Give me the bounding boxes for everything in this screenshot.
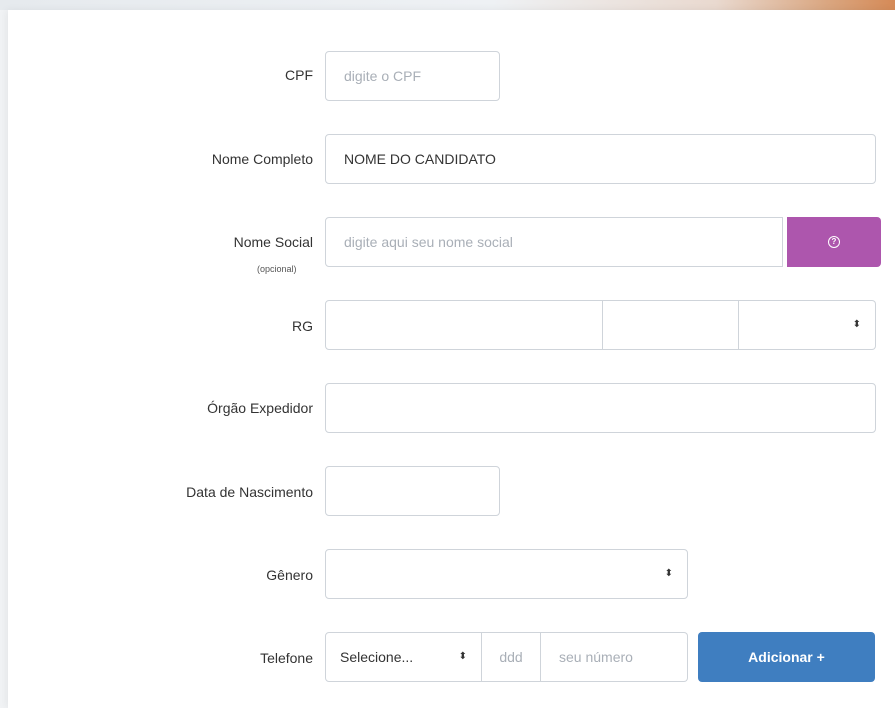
data-nascimento-input[interactable] bbox=[325, 466, 500, 516]
nome-completo-value: NOME DO CANDIDATO bbox=[344, 151, 496, 167]
telefone-group: Selecione... ⬍ ddd seu número bbox=[325, 632, 688, 682]
nome-completo-label: Nome Completo bbox=[211, 151, 313, 167]
nome-social-input[interactable]: digite aqui seu nome social bbox=[325, 217, 783, 267]
rg-select[interactable]: ⬍ bbox=[739, 300, 876, 350]
nome-social-placeholder: digite aqui seu nome social bbox=[344, 234, 513, 250]
rg-label: RG bbox=[292, 318, 313, 334]
cpf-placeholder: digite o CPF bbox=[344, 68, 422, 84]
telefone-type-select[interactable]: Selecione... ⬍ bbox=[325, 632, 482, 682]
data-nascimento-label: Data de Nascimento bbox=[186, 484, 313, 500]
up-down-caret-icon: ⬍ bbox=[852, 319, 861, 330]
rg-number-input[interactable] bbox=[325, 300, 603, 350]
top-accent-bar bbox=[0, 0, 895, 10]
nome-social-help-button[interactable]: ? bbox=[787, 217, 881, 267]
up-down-caret-icon: ⬍ bbox=[458, 651, 467, 662]
form-panel bbox=[8, 10, 895, 708]
rg-uf-input[interactable] bbox=[603, 300, 739, 350]
orgao-expedidor-input[interactable] bbox=[325, 383, 876, 433]
telefone-numero-input[interactable]: seu número bbox=[541, 632, 688, 682]
telefone-ddd-placeholder: ddd bbox=[499, 649, 523, 665]
orgao-expedidor-label: Órgão Expedidor bbox=[207, 400, 313, 416]
nome-social-sublabel: (opcional) bbox=[257, 264, 297, 274]
up-down-caret-icon: ⬍ bbox=[664, 568, 673, 579]
nome-completo-input[interactable]: NOME DO CANDIDATO bbox=[325, 134, 876, 184]
nome-social-label: Nome Social bbox=[233, 234, 313, 250]
telefone-numero-placeholder: seu número bbox=[559, 649, 633, 665]
telefone-select-value: Selecione... bbox=[340, 649, 414, 665]
question-circle-icon: ? bbox=[828, 236, 840, 248]
cpf-label: CPF bbox=[285, 67, 313, 83]
telefone-label: Telefone bbox=[260, 650, 313, 666]
genero-label: Gênero bbox=[266, 567, 313, 583]
genero-select[interactable]: ⬍ bbox=[325, 549, 688, 599]
rg-group: ⬍ bbox=[325, 300, 876, 350]
telefone-ddd-input[interactable]: ddd bbox=[482, 632, 541, 682]
cpf-input[interactable]: digite o CPF bbox=[325, 51, 500, 101]
add-phone-button[interactable]: Adicionar + bbox=[698, 632, 875, 682]
